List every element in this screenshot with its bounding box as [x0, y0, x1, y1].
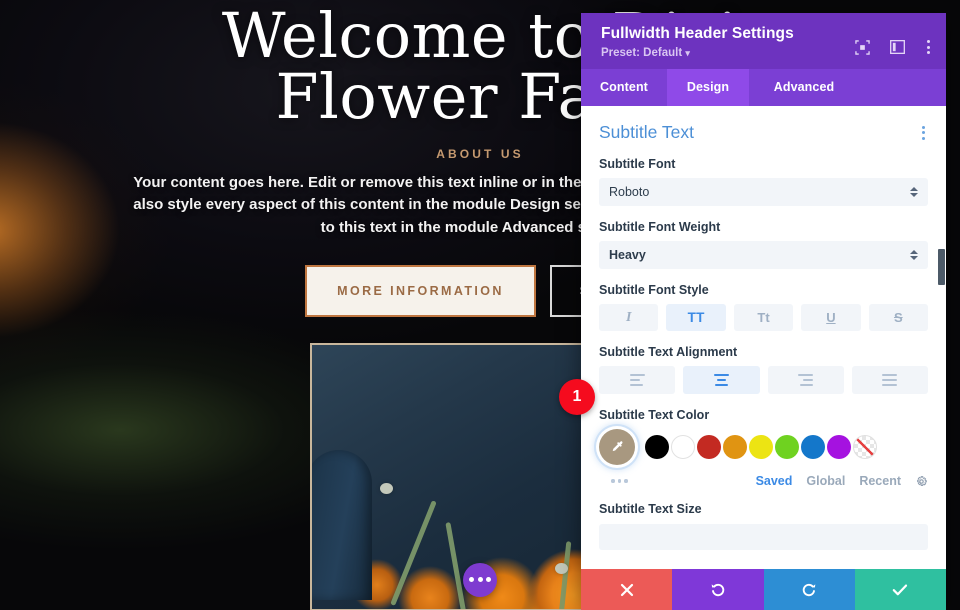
redo-icon [802, 583, 816, 596]
undo-icon [711, 583, 725, 596]
alignment-button-row [599, 366, 928, 394]
section-kebab-icon[interactable] [919, 123, 928, 143]
subtitle-font-weight-select[interactable]: Heavy [599, 241, 928, 269]
tab-content[interactable]: Content [581, 69, 667, 106]
chevron-down-icon: ▾ [685, 48, 690, 58]
subtitle-text-color-label: Subtitle Text Color [599, 408, 710, 422]
color-meta-row: Saved Global Recent [599, 474, 928, 488]
swatch-yellow[interactable] [749, 435, 773, 459]
flower-stem [390, 500, 437, 606]
recent-colors-link[interactable]: Recent [859, 474, 901, 488]
color-settings-gear-icon[interactable] [915, 475, 928, 488]
close-icon [620, 583, 633, 596]
subtitle-text-alignment-label: Subtitle Text Alignment [599, 345, 738, 359]
align-left-button[interactable] [599, 366, 676, 394]
panel-footer [581, 569, 946, 610]
fullwidth-header-settings-panel: Fullwidth Header Settings Preset: Defaul… [581, 13, 946, 610]
panel-scrollbar-thumb[interactable] [938, 249, 945, 285]
kebab-menu-icon[interactable] [925, 38, 932, 56]
flower-stem [445, 521, 467, 609]
flower-bud [380, 482, 393, 494]
subtitle-font-value: Roboto [609, 185, 650, 199]
uppercase-glyph: TT [687, 310, 705, 325]
align-center-button[interactable] [683, 366, 760, 394]
subtitle-text-size-label: Subtitle Text Size [599, 502, 702, 516]
swatch-blue[interactable] [801, 435, 825, 459]
underline-button[interactable]: U [801, 304, 861, 331]
font-style-button-row: I TT Tt U S [599, 304, 929, 331]
redo-button[interactable] [763, 569, 855, 610]
panel-tabs: Content Design Advanced [581, 69, 946, 106]
vase-shape [312, 449, 372, 600]
subtitle-font-label: Subtitle Font [599, 157, 676, 171]
panel-header-icons [855, 38, 932, 56]
swatch-black[interactable] [645, 435, 669, 459]
screen: Welcome to Divi Flower Farm ABOUT US You… [0, 0, 960, 610]
field-subtitle-font-style: Subtitle Font Style I TT Tt U S [599, 283, 929, 331]
small-caps-glyph: Tt [757, 310, 770, 325]
section-header: Subtitle Text [599, 122, 928, 143]
global-colors-link[interactable]: Global [806, 474, 845, 488]
subtitle-font-select[interactable]: Roboto [599, 178, 928, 206]
strikethrough-glyph: S [893, 310, 903, 325]
module-more-options-button[interactable] [463, 562, 497, 597]
swatch-purple[interactable] [827, 435, 851, 459]
panel-preset-label: Preset: Default [601, 47, 683, 59]
flower-bud [555, 562, 568, 574]
subtitle-text-size-input[interactable] [599, 524, 928, 550]
swatch-green[interactable] [775, 435, 799, 459]
uppercase-button[interactable]: TT [666, 304, 726, 331]
layout-panel-icon[interactable] [890, 40, 905, 54]
color-swatch-row [599, 429, 928, 465]
strikethrough-button[interactable]: S [868, 304, 929, 331]
field-subtitle-font-weight: Subtitle Font Weight Heavy [599, 220, 928, 269]
field-subtitle-text-color: Subtitle Text Color Saved Global Recent [599, 408, 928, 488]
tab-advanced[interactable]: Advanced [749, 69, 859, 106]
selected-color-swatch[interactable] [599, 429, 635, 465]
more-information-button[interactable]: MORE INFORMATION [305, 264, 536, 317]
small-caps-button[interactable]: Tt [733, 304, 794, 331]
spinner-icon [910, 187, 918, 197]
italic-glyph: I [625, 309, 632, 325]
check-icon [893, 584, 908, 595]
swatch-orange[interactable] [723, 435, 747, 459]
section-title: Subtitle Text [599, 122, 695, 142]
color-source-links: Saved Global Recent [756, 474, 928, 488]
align-justify-button[interactable] [851, 366, 928, 394]
align-right-button[interactable] [767, 366, 844, 394]
field-subtitle-text-size: Subtitle Text Size [599, 502, 928, 550]
saved-colors-link[interactable]: Saved [756, 474, 793, 488]
swatch-white[interactable] [671, 435, 695, 459]
subtitle-font-style-label: Subtitle Font Style [599, 283, 709, 297]
tab-design[interactable]: Design [667, 69, 749, 106]
subtitle-font-weight-label: Subtitle Font Weight [599, 220, 721, 234]
panel-scrollbar-track[interactable] [937, 106, 946, 569]
focus-target-icon[interactable] [855, 39, 870, 55]
step-badge: 1 [559, 379, 595, 415]
swatch-none[interactable] [853, 435, 877, 459]
more-colors-icon[interactable] [599, 479, 628, 483]
flower-stem [558, 541, 572, 609]
spinner-icon [910, 250, 918, 260]
undo-button[interactable] [672, 569, 764, 610]
field-subtitle-text-alignment: Subtitle Text Alignment [599, 345, 928, 394]
subtitle-font-weight-value: Heavy [609, 248, 646, 262]
panel-header: Fullwidth Header Settings Preset: Defaul… [581, 13, 946, 69]
field-subtitle-font: Subtitle Font Roboto [599, 157, 928, 206]
cancel-button[interactable] [581, 569, 673, 610]
panel-body: Subtitle Text Subtitle Font Roboto Subti… [581, 106, 946, 569]
underline-glyph: U [826, 310, 836, 325]
swatch-red[interactable] [697, 435, 721, 459]
eyedropper-icon [612, 440, 622, 451]
save-button[interactable] [854, 569, 946, 610]
italic-button[interactable]: I [599, 304, 659, 331]
